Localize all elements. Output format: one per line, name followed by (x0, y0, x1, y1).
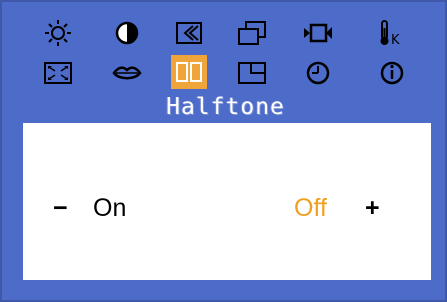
option-off[interactable]: Off (294, 194, 327, 223)
svg-text:K: K (391, 33, 400, 48)
image-setup-icon[interactable] (171, 16, 207, 50)
option-on[interactable]: On (93, 194, 126, 223)
pip-icon[interactable] (234, 56, 270, 90)
increase-button[interactable]: + (365, 194, 380, 223)
information-icon[interactable] (374, 56, 410, 90)
lips-icon[interactable] (109, 56, 145, 90)
menu-title: Halftone (166, 94, 285, 120)
osd-menu: K Halftone − On Off + (0, 0, 447, 302)
decrease-button[interactable]: − (53, 194, 68, 223)
video-input-icon[interactable] (300, 16, 336, 50)
brightness-icon[interactable] (40, 16, 76, 50)
contrast-icon[interactable] (109, 16, 145, 50)
image-size-icon[interactable] (40, 56, 76, 90)
clock-icon[interactable] (300, 56, 336, 90)
position-icon[interactable] (234, 16, 270, 50)
color-temperature-icon[interactable]: K (374, 16, 410, 50)
halftone-icon[interactable] (171, 55, 207, 89)
setting-panel: − On Off + (23, 123, 431, 280)
